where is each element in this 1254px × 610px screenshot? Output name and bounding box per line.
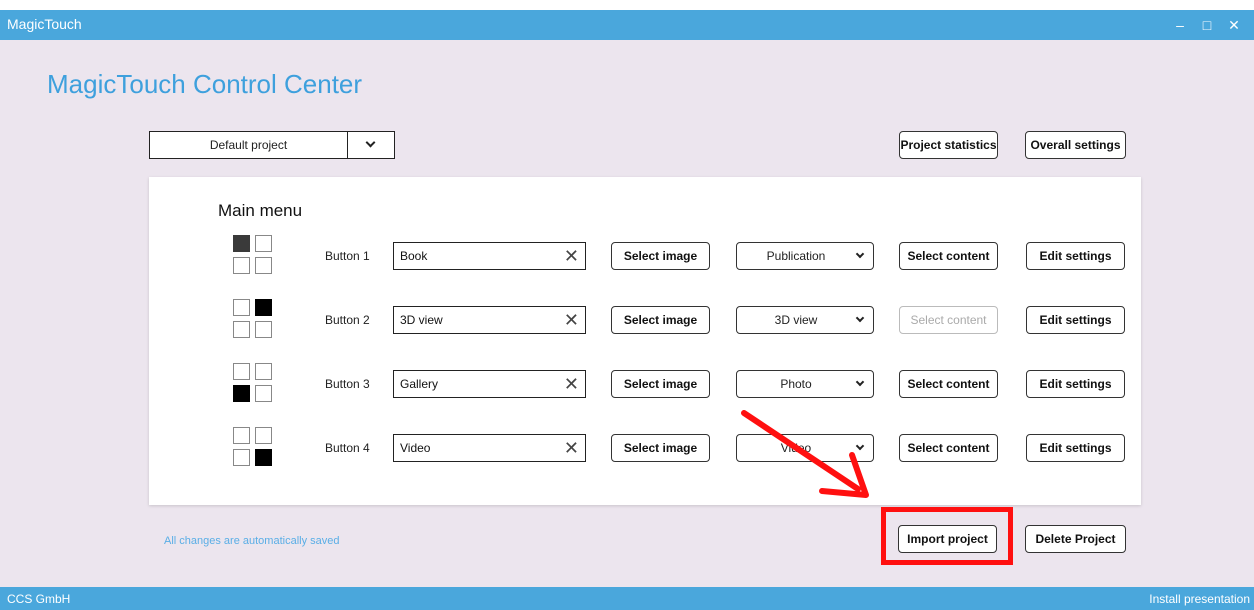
button-name-input[interactable]: Gallery ✕: [393, 370, 586, 398]
chevron-down-icon: [855, 249, 865, 259]
grid-cell: [255, 449, 272, 466]
grid-cell: [255, 299, 272, 316]
clear-icon[interactable]: ✕: [564, 437, 579, 459]
window-title: MagicTouch: [7, 16, 82, 32]
row-label: Button 3: [325, 377, 370, 391]
grid-cell: [233, 257, 250, 274]
status-bar: CCS GmbH Install presentation: [0, 587, 1254, 610]
page-title: MagicTouch Control Center: [47, 69, 363, 99]
grid-cell: [233, 299, 250, 316]
grid-cell: [255, 235, 272, 252]
chevron-down-icon: [855, 313, 865, 323]
main-menu-panel: Main menu Button 1 Book ✕ Select image P…: [149, 177, 1141, 505]
select-divider: [347, 132, 348, 158]
grid-cell: [233, 235, 250, 252]
content-type-select[interactable]: 3D view: [736, 306, 874, 334]
position-grid-icon: [233, 235, 275, 277]
edit-settings-button[interactable]: Edit settings: [1026, 434, 1125, 462]
grid-cell: [233, 427, 250, 444]
clear-icon[interactable]: ✕: [564, 373, 579, 395]
grid-cell: [233, 321, 250, 338]
close-icon[interactable]: ✕: [1222, 14, 1246, 36]
button-name-value: Video: [400, 441, 431, 455]
content-type-select[interactable]: Publication: [736, 242, 874, 270]
content-type-value: 3D view: [774, 313, 818, 327]
panel-title: Main menu: [218, 201, 303, 220]
autosave-note: All changes are automatically saved: [164, 535, 340, 547]
select-image-button[interactable]: Select image: [611, 434, 710, 462]
grid-cell: [233, 363, 250, 380]
button-name-input[interactable]: Video ✕: [393, 434, 586, 462]
annotation-highlight-box: [881, 507, 1013, 565]
edit-settings-button[interactable]: Edit settings: [1026, 370, 1125, 398]
project-select[interactable]: Default project: [149, 131, 395, 159]
row-label: Button 1: [325, 249, 370, 263]
content-type-value: Video: [780, 441, 812, 455]
maximize-icon[interactable]: □: [1195, 14, 1219, 36]
button-name-value: Book: [400, 249, 428, 263]
project-statistics-button[interactable]: Project statistics: [899, 131, 998, 159]
grid-cell: [255, 427, 272, 444]
delete-project-button[interactable]: Delete Project: [1025, 525, 1126, 553]
button-name-value: Gallery: [400, 377, 439, 391]
project-select-value: Default project: [209, 138, 288, 152]
company-label: CCS GmbH: [7, 592, 71, 606]
grid-cell: [255, 321, 272, 338]
position-grid-icon: [233, 299, 275, 341]
edit-settings-button[interactable]: Edit settings: [1026, 306, 1125, 334]
install-presentation-link[interactable]: Install presentation: [1149, 592, 1250, 606]
select-content-button[interactable]: Select content: [899, 370, 998, 398]
minimize-icon[interactable]: –: [1168, 14, 1192, 36]
content-type-value: Photo: [780, 377, 812, 391]
button-name-input[interactable]: Book ✕: [393, 242, 586, 270]
select-content-button[interactable]: Select content: [899, 242, 998, 270]
edit-settings-button[interactable]: Edit settings: [1026, 242, 1125, 270]
chevron-down-icon: [855, 377, 865, 387]
chevron-down-icon: [855, 441, 865, 451]
position-grid-icon: [233, 427, 275, 469]
clear-icon[interactable]: ✕: [564, 309, 579, 331]
grid-cell: [233, 449, 250, 466]
row-label: Button 4: [325, 441, 370, 455]
content-type-select[interactable]: Video: [736, 434, 874, 462]
clear-icon[interactable]: ✕: [564, 245, 579, 267]
overall-settings-button[interactable]: Overall settings: [1025, 131, 1126, 159]
title-bar: MagicTouch – □ ✕: [0, 10, 1254, 40]
select-content-button: Select content: [899, 306, 998, 334]
content-type-select[interactable]: Photo: [736, 370, 874, 398]
grid-cell: [255, 363, 272, 380]
button-name-input[interactable]: 3D view ✕: [393, 306, 586, 334]
select-content-button[interactable]: Select content: [899, 434, 998, 462]
grid-cell: [233, 385, 250, 402]
button-name-value: 3D view: [400, 313, 443, 327]
chevron-down-icon[interactable]: [365, 137, 376, 148]
select-image-button[interactable]: Select image: [611, 370, 710, 398]
select-image-button[interactable]: Select image: [611, 306, 710, 334]
row-label: Button 2: [325, 313, 370, 327]
grid-cell: [255, 385, 272, 402]
app-window: MagicTouch – □ ✕ MagicTouch Control Cent…: [0, 10, 1254, 610]
position-grid-icon: [233, 363, 275, 405]
content-type-value: Publication: [766, 249, 826, 263]
grid-cell: [255, 257, 272, 274]
select-image-button[interactable]: Select image: [611, 242, 710, 270]
